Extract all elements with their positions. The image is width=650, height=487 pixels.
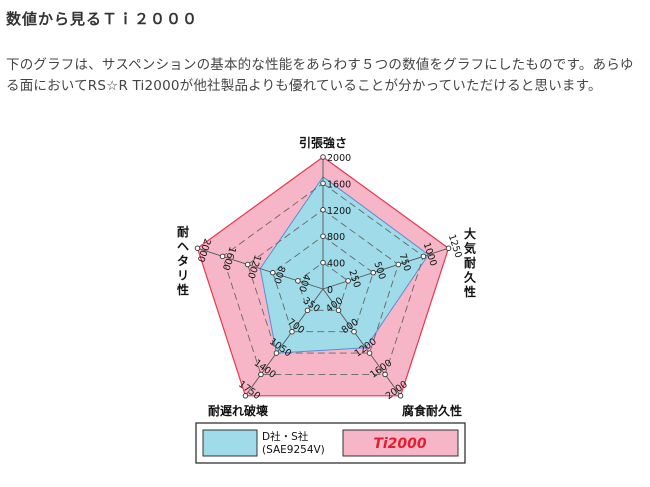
tick-marker xyxy=(320,233,326,239)
legend-swatch-competitor xyxy=(202,429,258,457)
tick-label: 800 xyxy=(327,232,345,243)
radar-chart: 0400800120016002000250 500 750 1000 12504008… xyxy=(176,135,477,464)
axis-label: 耐ヘタリ性 xyxy=(176,224,189,297)
axis-label: 耐遅れ破壊 xyxy=(208,403,269,418)
axis-label: 腐食耐久性 xyxy=(402,403,462,418)
legend-label-competitor: D社・S社 xyxy=(262,430,309,443)
legend-label-competitor-spec: (SAE9254V) xyxy=(262,444,325,456)
axis-label: 大気耐久性 xyxy=(463,226,477,299)
tick-label: 0 xyxy=(327,285,333,296)
tick-marker xyxy=(320,154,326,160)
axis-label: 引張強さ xyxy=(299,135,347,150)
tick-label: 1600 xyxy=(327,179,351,190)
tick-marker xyxy=(320,207,326,213)
tick-marker xyxy=(320,180,326,187)
ti2000-logo: Ti2000 xyxy=(373,436,427,452)
tick-label: 2000 xyxy=(327,153,351,164)
tick-label: 1200 xyxy=(327,206,351,217)
tick-label: 400 xyxy=(327,259,345,270)
tick-marker xyxy=(320,259,326,266)
